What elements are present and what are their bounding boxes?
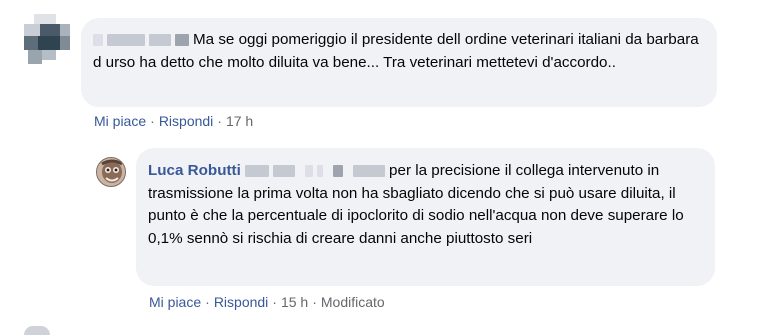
redacted-mention [353,164,386,177]
reply-link[interactable]: Rispondi [214,294,268,310]
author-name[interactable]: Luca Robutti [148,162,241,179]
reply-actions: Mi piace · Rispondi · 15 h · Modificato [149,294,385,310]
avatar[interactable] [24,14,70,66]
like-link[interactable]: Mi piace [149,294,201,310]
timestamp[interactable]: 15 h [281,294,308,310]
redacted-author [175,33,189,46]
redacted-author [107,33,145,46]
redacted-mention [333,164,344,177]
avatar[interactable] [96,157,126,187]
redacted-mention [245,164,270,177]
edited-label[interactable]: Modificato [321,294,385,310]
timestamp[interactable]: 17 h [226,113,253,129]
profile-photo-icon [97,158,125,186]
reply-bubble: Luca Robutti per la precisione il colleg… [136,148,715,286]
redacted-mention [273,164,296,177]
redacted-mention [317,164,324,177]
avatar[interactable] [24,326,50,335]
comment-text: Ma se oggi pomeriggio il presidente dell… [93,29,705,74]
comment-actions: Mi piace · Rispondi · 17 h [94,113,254,129]
redacted-author [149,33,171,46]
redacted-mention [305,164,314,177]
redacted-author [93,33,103,46]
comment-text: Luca Robutti per la precisione il colleg… [148,160,703,250]
comment-bubble: Ma se oggi pomeriggio il presidente dell… [81,18,717,107]
like-link[interactable]: Mi piace [94,113,146,129]
reply-link[interactable]: Rispondi [159,113,213,129]
